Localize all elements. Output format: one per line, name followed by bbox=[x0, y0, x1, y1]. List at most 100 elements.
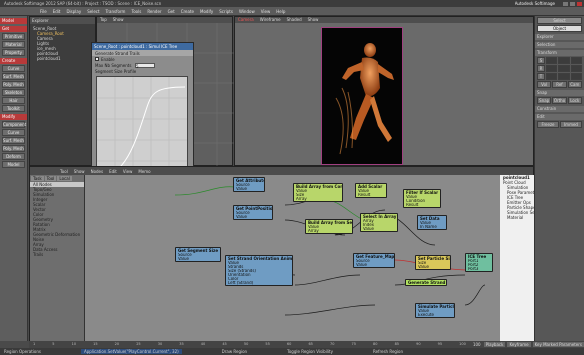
mcp-tab-vol[interactable]: Vol bbox=[537, 81, 552, 88]
end-frame[interactable]: 100 bbox=[473, 342, 481, 347]
mcp-section-selection[interactable]: Selection bbox=[535, 42, 584, 48]
menu-modify[interactable]: Modify bbox=[200, 9, 213, 14]
viewport-camera-label[interactable]: Camera bbox=[238, 17, 254, 23]
menu-display[interactable]: Display bbox=[66, 9, 81, 14]
mcp-section-transform[interactable]: Transform bbox=[535, 50, 584, 56]
timeline[interactable]: 1 5 10 15 20 25 30 35 40 45 50 55 60 65 70 75 80 85 90 95 10… bbox=[29, 341, 584, 348]
viewport-show-menu[interactable]: Show bbox=[308, 17, 319, 23]
ice-node-set-strand-orientation[interactable]: Set Strand Orientation AnimationValueStr… bbox=[225, 255, 293, 286]
ice-node-port[interactable]: Port3 bbox=[466, 267, 492, 271]
menu-scripts[interactable]: Scripts bbox=[219, 9, 233, 14]
menu-edit[interactable]: Edit bbox=[53, 9, 61, 14]
ice-menu-view[interactable]: View bbox=[123, 169, 133, 174]
palette-create-skeleton-button[interactable]: Skeleton bbox=[2, 89, 25, 96]
ice-node-port[interactable]: Value bbox=[234, 187, 264, 191]
property-editor-title[interactable]: Scene_Root : pointcloud1 : Simul ICE Tre… bbox=[92, 43, 193, 50]
ice-node-build-array-from-const[interactable]: Build Array from ConstValueSizeArray bbox=[293, 183, 343, 202]
viewport-camera[interactable]: Camera Wireframe Shaded Show bbox=[234, 16, 534, 166]
maximize-button[interactable] bbox=[570, 1, 575, 6]
object-selector[interactable]: Object bbox=[537, 25, 582, 32]
ice-menu-edit[interactable]: Edit bbox=[109, 169, 117, 174]
command-line[interactable]: Application.SetValue("PlayControl.Curren… bbox=[80, 349, 182, 354]
mcp-tab-ref[interactable]: Ref bbox=[552, 81, 567, 88]
playback-button[interactable]: Playback bbox=[483, 342, 506, 347]
ice-node-port[interactable]: Value bbox=[234, 215, 272, 219]
ice-menu-memo[interactable]: Memo bbox=[138, 169, 150, 174]
transform-t-y-field[interactable] bbox=[558, 73, 570, 80]
ice-node-get-segment-size[interactable]: Get Segment Size Source Value bbox=[175, 247, 221, 262]
transform-s-y-field[interactable] bbox=[558, 57, 570, 64]
ice-node-port[interactable]: Value bbox=[416, 265, 450, 269]
menu-help[interactable]: Help bbox=[276, 9, 285, 14]
ice-node-get-attribute[interactable]: Get Attribute Source Value bbox=[233, 177, 265, 192]
preset-item[interactable]: Trails bbox=[30, 252, 84, 257]
snap-ortho-button[interactable]: Ortho bbox=[552, 97, 567, 104]
close-button[interactable] bbox=[577, 1, 582, 6]
transform-t-label[interactable]: T bbox=[537, 73, 545, 80]
ice-node-add-scalar[interactable]: Add Scalar Value Result bbox=[355, 183, 387, 198]
ice-node-simulate-particles[interactable]: Simulate ParticlesValueExecute bbox=[415, 303, 455, 318]
transform-r-y-field[interactable] bbox=[558, 65, 570, 72]
mcp-section-edit[interactable]: Edit bbox=[535, 114, 584, 120]
palette-modify-poly-mesh-button[interactable]: Poly. Mesh bbox=[2, 145, 25, 152]
mcp-section-explorer[interactable]: Explorer bbox=[535, 34, 584, 40]
viewport-shaded-menu[interactable]: Shaded bbox=[287, 17, 302, 23]
transform-r-x-field[interactable] bbox=[546, 65, 558, 72]
menu-select[interactable]: Select bbox=[87, 9, 99, 14]
palette-get-material-button[interactable]: Material bbox=[2, 41, 25, 48]
max-nb-field[interactable]: 5 bbox=[135, 62, 155, 69]
transform-s-z-field[interactable] bbox=[570, 57, 582, 64]
palette-create-hair-button[interactable]: Hair bbox=[2, 97, 25, 104]
transform-s-label[interactable]: S bbox=[537, 57, 545, 64]
palette-modify-curve-button[interactable]: Curve bbox=[2, 129, 25, 136]
palette-modify-model-button[interactable]: Model bbox=[2, 161, 25, 168]
ice-node-port[interactable]: Value bbox=[361, 227, 397, 231]
render-region[interactable] bbox=[321, 27, 403, 165]
ice-node-build-array-from-set[interactable]: Build Array from Set Value Array bbox=[305, 219, 353, 234]
edit-freeze-button[interactable]: Freeze bbox=[537, 121, 559, 128]
palette-create-surf-mesh-button[interactable]: Surf. Mesh bbox=[2, 73, 25, 80]
ice-menu-show[interactable]: Show bbox=[74, 169, 85, 174]
transform-r-label[interactable]: R bbox=[537, 65, 545, 72]
enable-checkbox[interactable] bbox=[95, 57, 99, 61]
palette-get-primitive-button[interactable]: Primitive bbox=[2, 33, 25, 40]
explorer-item[interactable]: pointcloud1 bbox=[33, 56, 92, 61]
palette-create-curve-button[interactable]: Curve bbox=[2, 65, 25, 72]
transform-t-z-field[interactable] bbox=[570, 73, 582, 80]
ice-node-port[interactable]: Value bbox=[354, 263, 394, 267]
menu-create[interactable]: Create bbox=[181, 9, 194, 14]
menu-window[interactable]: Window bbox=[239, 9, 255, 14]
animation-menu[interactable]: Key Marked Parameters bbox=[532, 342, 584, 347]
snap-snap-button[interactable]: Snap bbox=[537, 97, 552, 104]
transform-t-x-field[interactable] bbox=[546, 73, 558, 80]
select-button[interactable]: Select bbox=[537, 17, 582, 24]
minimize-button[interactable] bbox=[563, 1, 568, 6]
ice-node-filter-if-scalar[interactable]: Filter If Scalar Value Condition Result bbox=[403, 189, 441, 208]
ice-menu-tool[interactable]: Tool bbox=[60, 169, 68, 174]
ice-node-port[interactable]: Left (Strand) bbox=[226, 281, 292, 285]
preset-tab-task[interactable]: Task bbox=[31, 176, 44, 181]
ice-node-get-pointposition[interactable]: Get PointPosition Source Value bbox=[233, 205, 273, 220]
edit-immed-button[interactable]: Immed bbox=[560, 121, 582, 128]
ice-node-set-data[interactable]: Set Data Value In Name bbox=[417, 215, 447, 230]
ice-node-port[interactable]: Result bbox=[404, 203, 440, 207]
palette-get-property-button[interactable]: Property bbox=[2, 49, 25, 56]
palette-create-poly-mesh-button[interactable]: Poly. Mesh bbox=[2, 81, 25, 88]
palette-modify-component-button[interactable]: Component bbox=[2, 121, 26, 128]
ice-explorer-item[interactable]: Material bbox=[500, 215, 535, 220]
ice-graph-canvas[interactable]: Get Attribute Source Value Build Array from… bbox=[85, 175, 500, 342]
menu-render[interactable]: Render bbox=[147, 9, 161, 14]
palette-create-toolkit-button[interactable]: Toolkit bbox=[2, 105, 25, 112]
ice-menu-nodes[interactable]: Nodes bbox=[91, 169, 104, 174]
transform-r-z-field[interactable] bbox=[570, 65, 582, 72]
palette-modify-surf-mesh-button[interactable]: Surf. Mesh bbox=[2, 137, 25, 144]
mcp-tab-cam[interactable]: Cam bbox=[567, 81, 582, 88]
menu-get[interactable]: Get bbox=[168, 9, 175, 14]
ice-node-port[interactable]: Execute bbox=[416, 313, 454, 317]
palette-modify-deform-button[interactable]: Deform bbox=[2, 153, 25, 160]
ice-node-get-feature-map[interactable]: Get Feature_Map Source Value bbox=[353, 253, 395, 268]
viewport-wireframe-menu[interactable]: Wireframe bbox=[260, 17, 281, 23]
menu-transform[interactable]: Transform bbox=[106, 9, 126, 14]
keyframe-button[interactable]: Keyframe bbox=[507, 342, 531, 347]
ice-node-port[interactable]: Value bbox=[176, 257, 220, 261]
